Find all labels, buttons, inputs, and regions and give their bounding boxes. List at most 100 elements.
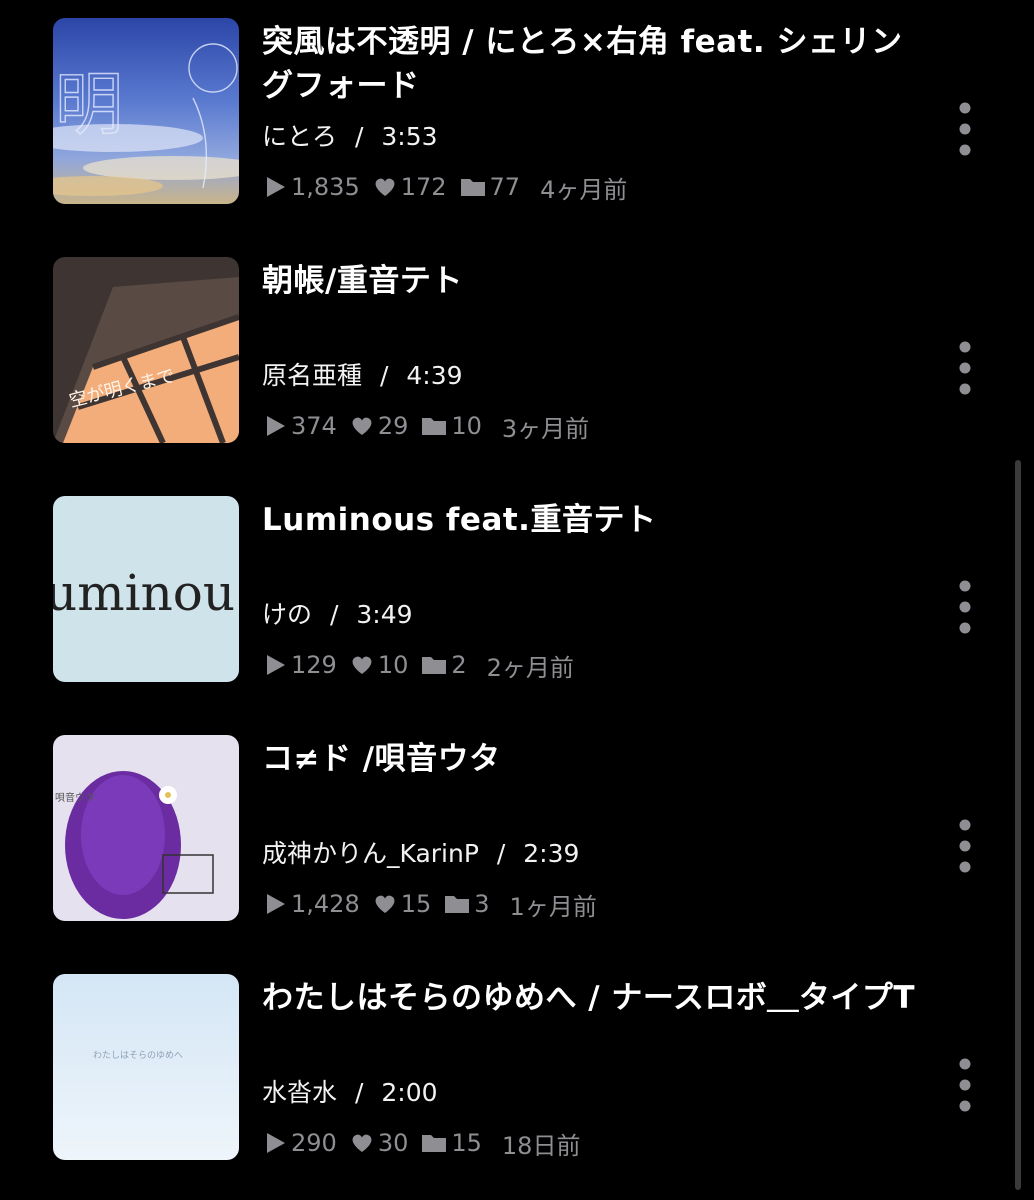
play-icon	[267, 1133, 285, 1153]
author-name[interactable]: にとろ	[262, 122, 337, 151]
posted-date: 2ヶ月前	[486, 653, 574, 682]
more-vertical-icon	[959, 1058, 971, 1112]
meta-separator: /	[379, 361, 389, 390]
more-options-button[interactable]	[950, 341, 980, 401]
author-name[interactable]: 水沓水	[262, 1078, 337, 1107]
video-item[interactable]: uminou Luminous feat.重音テト けの / 3:49 129 …	[0, 496, 1034, 696]
like-count-value: 29	[377, 412, 409, 440]
video-thumbnail[interactable]: わたしはそらのゆめへ	[53, 974, 239, 1160]
video-thumbnail[interactable]: 明	[53, 18, 239, 204]
more-options-button[interactable]	[950, 580, 980, 640]
video-stats: 1,835 172 77 4ヶ月前	[262, 170, 639, 204]
play-count: 1,835	[262, 173, 360, 201]
folder-icon	[445, 896, 470, 913]
mylist-count-value: 2	[451, 651, 467, 679]
thumbnail-caption: わたしはそらのゆめへ	[93, 1050, 183, 1061]
meta-separator: /	[496, 839, 506, 868]
mylist-count: 3	[443, 890, 490, 918]
play-icon	[267, 416, 285, 436]
like-count-value: 30	[377, 1129, 409, 1157]
video-item[interactable]: 明 突風は不透明 / にとろ×右角 feat. シェリングフォード にとろ / …	[0, 18, 1034, 218]
video-title[interactable]: わたしはそらのゆめへ / ナースロボ＿タイプT	[262, 976, 922, 1020]
play-count: 290	[262, 1129, 337, 1157]
play-count-value: 129	[291, 651, 337, 679]
play-icon	[267, 177, 285, 197]
video-stats: 129 10 2 2ヶ月前	[262, 648, 586, 682]
video-meta[interactable]: にとろ / 3:53	[262, 120, 438, 154]
video-list: 明 突風は不透明 / にとろ×右角 feat. シェリングフォード にとろ / …	[0, 0, 1034, 1200]
mylist-count-value: 10	[451, 412, 482, 440]
thumbnail-image: 空が明くまで	[53, 257, 239, 443]
play-count-value: 290	[291, 1129, 337, 1157]
video-meta[interactable]: 原名亜種 / 4:39	[262, 359, 463, 393]
mylist-count: 15	[420, 1129, 482, 1157]
more-options-button[interactable]	[950, 819, 980, 879]
play-icon	[267, 655, 285, 675]
heart-icon	[375, 178, 395, 196]
meta-separator: /	[354, 1078, 364, 1107]
heart-icon	[352, 1134, 372, 1152]
play-count: 129	[262, 651, 337, 679]
more-options-button[interactable]	[950, 1058, 980, 1118]
video-stats: 290 30 15 18日前	[262, 1126, 592, 1160]
video-duration: 3:49	[356, 600, 413, 629]
like-count-value: 15	[400, 890, 432, 918]
mylist-count: 77	[459, 173, 521, 201]
mylist-count-value: 3	[474, 890, 490, 918]
like-count: 15	[372, 890, 432, 918]
video-item[interactable]: 唄音ウタ コ≠ド /唄音ウタ 成神かりん_KarinP / 2:39 1,428…	[0, 735, 1034, 935]
video-stats: 1,428 15 3 1ヶ月前	[262, 887, 609, 921]
video-title[interactable]: 突風は不透明 / にとろ×右角 feat. シェリングフォード	[262, 20, 922, 108]
video-duration: 2:39	[523, 839, 580, 868]
mylist-count-value: 15	[451, 1129, 482, 1157]
folder-icon	[422, 1135, 447, 1152]
thumbnail-image: 唄音ウタ	[53, 735, 239, 921]
video-meta[interactable]: 成神かりん_KarinP / 2:39	[262, 837, 579, 871]
like-count: 30	[349, 1129, 409, 1157]
author-name[interactable]: けの	[262, 600, 312, 629]
play-count: 374	[262, 412, 337, 440]
heart-icon	[352, 656, 372, 674]
folder-icon	[422, 657, 447, 674]
posted-date: 3ヶ月前	[501, 414, 590, 443]
video-title[interactable]: コ≠ド /唄音ウタ	[262, 737, 922, 781]
heart-icon	[352, 417, 372, 435]
like-count: 172	[372, 173, 447, 201]
posted-date: 4ヶ月前	[540, 175, 628, 204]
posted-date: 18日前	[501, 1131, 581, 1160]
video-duration: 4:39	[406, 361, 463, 390]
play-count: 1,428	[262, 890, 360, 918]
author-name[interactable]: 原名亜種	[262, 361, 362, 390]
more-options-button[interactable]	[950, 102, 980, 162]
video-item[interactable]: わたしはそらのゆめへ わたしはそらのゆめへ / ナースロボ＿タイプT 水沓水 /…	[0, 974, 1034, 1174]
posted-date: 1ヶ月前	[509, 892, 597, 921]
video-item[interactable]: 空が明くまで 朝帳/重音テト 原名亜種 / 4:39 374 29 10 3ヶ月…	[0, 257, 1034, 457]
folder-icon	[460, 179, 485, 196]
video-meta[interactable]: 水沓水 / 2:00	[262, 1076, 438, 1110]
author-name[interactable]: 成神かりん_KarinP	[262, 839, 479, 868]
play-count-value: 374	[291, 412, 337, 440]
more-vertical-icon	[959, 102, 971, 156]
thumbnail-image: 明	[53, 18, 239, 204]
like-count-value: 172	[400, 173, 447, 201]
more-vertical-icon	[959, 580, 971, 634]
video-title[interactable]: Luminous feat.重音テト	[262, 498, 922, 542]
scrollbar[interactable]	[1015, 460, 1021, 1190]
play-count-value: 1,835	[291, 173, 360, 201]
video-duration: 3:53	[381, 122, 438, 151]
play-count-value: 1,428	[291, 890, 360, 918]
play-icon	[267, 894, 285, 914]
meta-separator: /	[354, 122, 364, 151]
video-thumbnail[interactable]: 唄音ウタ	[53, 735, 239, 921]
thumbnail-caption: uminou	[53, 564, 235, 622]
mylist-count-value: 77	[489, 173, 521, 201]
video-thumbnail[interactable]: 空が明くまで	[53, 257, 239, 443]
video-meta[interactable]: けの / 3:49	[262, 598, 413, 632]
mylist-count: 2	[420, 651, 467, 679]
video-thumbnail[interactable]: uminou	[53, 496, 239, 682]
heart-icon	[375, 895, 395, 913]
thumbnail-image: わたしはそらのゆめへ	[53, 974, 239, 1160]
thumbnail-image: uminou	[53, 496, 239, 682]
thumbnail-caption: 唄音ウタ	[55, 791, 95, 804]
video-title[interactable]: 朝帳/重音テト	[262, 259, 922, 303]
